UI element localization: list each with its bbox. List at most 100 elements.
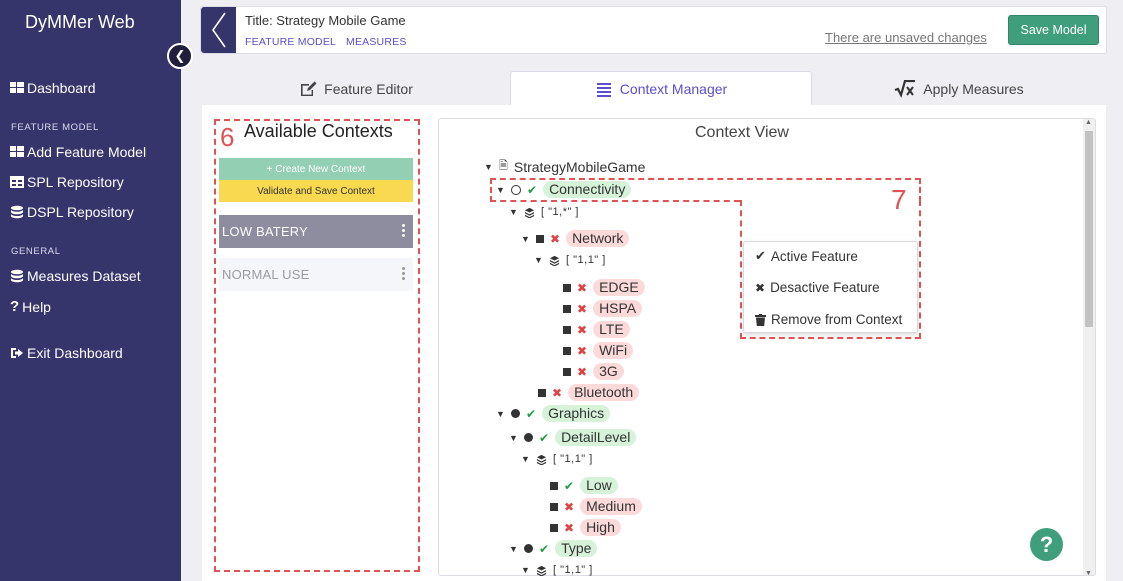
feature-context-menu: ✔ Active Feature ✖ Desactive Feature Rem…	[743, 241, 918, 333]
sidebar-item-measures-dataset[interactable]: Measures Dataset	[10, 268, 141, 284]
available-contexts-title: Available Contexts	[244, 121, 393, 141]
sidebar-item-label: Dashboard	[27, 80, 96, 96]
back-button[interactable]	[201, 7, 236, 53]
caret-down-icon[interactable]: ▼	[521, 454, 530, 464]
help-button[interactable]: ?	[1030, 528, 1063, 561]
annotation-number: 7	[891, 184, 907, 215]
caret-down-icon[interactable]: ▼	[534, 255, 543, 265]
tree-node-group-cardinality[interactable]: ▼ [ "1,*" ]	[509, 206, 579, 218]
mandatory-icon	[538, 388, 546, 397]
trash-icon	[755, 313, 766, 326]
tree-node-hspa[interactable]: ✖ HSPA	[563, 300, 643, 317]
cross-icon: ✖	[564, 520, 575, 535]
feature-label: Bluetooth	[568, 384, 640, 401]
scrollbar-thumb[interactable]	[1085, 131, 1093, 327]
close-icon: ✖	[755, 280, 766, 295]
save-model-button[interactable]: Save Model	[1008, 15, 1099, 45]
sidebar: DyMMer Web Dashboard FEATURE MODEL Add F…	[0, 0, 181, 581]
tree-node-medium[interactable]: ✖ Medium	[550, 498, 642, 515]
tree-node-3g[interactable]: ✖ 3G	[563, 363, 624, 380]
mandatory-icon	[550, 502, 558, 511]
section-heading-feature-model: FEATURE MODEL	[11, 122, 99, 133]
more-options-icon[interactable]	[402, 224, 406, 239]
mandatory-icon	[550, 523, 558, 532]
collapse-sidebar-button[interactable]: ❮	[167, 43, 193, 69]
caret-down-icon[interactable]: ▼	[496, 409, 505, 419]
sidebar-item-label: Add Feature Model	[27, 144, 147, 160]
create-context-button[interactable]: + Create New Context	[219, 158, 413, 180]
table-icon	[10, 176, 24, 188]
sidebar-item-label: Help	[22, 298, 51, 315]
sidebar-item-help[interactable]: ? Help	[10, 298, 51, 315]
tree-node-network[interactable]: ▼ ✖ Network	[521, 230, 630, 247]
sidebar-item-dspl-repository[interactable]: DSPL Repository	[10, 204, 134, 220]
feature-label: LTE	[593, 321, 630, 338]
tree-node-edge[interactable]: ✖ EDGE	[563, 279, 645, 296]
mandatory-icon	[563, 346, 571, 355]
grid-icon	[10, 146, 24, 157]
tree-node-root[interactable]: ▼ 🗎 StrategyMobileGame	[484, 157, 645, 176]
menu-item-remove-from-context[interactable]: Remove from Context	[755, 312, 902, 327]
scrollbar[interactable]: ▲ ▼	[1083, 119, 1095, 575]
tree-node-graphics[interactable]: ▼ ✔ Graphics	[496, 405, 611, 422]
mandatory-icon	[511, 409, 520, 418]
unsaved-changes-link[interactable]: There are unsaved changes	[825, 30, 987, 45]
sidebar-item-label: SPL Repository	[27, 174, 124, 190]
mandatory-icon	[563, 325, 571, 334]
context-item-normal-use[interactable]: NORMAL USE	[219, 258, 413, 291]
menu-item-active-feature[interactable]: ✔ Active Feature	[755, 248, 858, 264]
check-icon: ✔	[755, 248, 766, 263]
tree-node-type[interactable]: ▼ ✔ Type	[509, 540, 598, 557]
sidebar-item-exit-dashboard[interactable]: Exit Dashboard	[10, 345, 123, 361]
caret-down-icon[interactable]: ▼	[521, 234, 530, 244]
sidebar-item-label: Exit Dashboard	[27, 345, 123, 361]
sidebar-item-dashboard[interactable]: Dashboard	[10, 80, 96, 96]
tab-apply-measures[interactable]: Apply Measures	[812, 71, 1106, 106]
tree-node-group-cardinality[interactable]: ▼ [ "1,1" ]	[534, 254, 606, 266]
tab-label: Feature Editor	[324, 80, 413, 97]
caret-down-icon[interactable]: ▼	[509, 433, 518, 443]
menu-item-label: Active Feature	[770, 248, 858, 264]
check-icon: ✔	[564, 478, 575, 493]
context-label: LOW BATERY	[222, 224, 309, 239]
tree-node-detail-level[interactable]: ▼ ✔ DetailLevel	[509, 429, 637, 446]
feature-label: StrategyMobileGame	[513, 158, 646, 175]
tree-node-lte[interactable]: ✖ LTE	[563, 321, 630, 338]
layers-icon	[536, 454, 547, 465]
context-item-low-battery[interactable]: LOW BATERY	[219, 215, 413, 248]
tab-feature-editor[interactable]: Feature Editor	[203, 71, 509, 106]
tree-node-wifi[interactable]: ✖ WiFi	[563, 342, 634, 359]
tree-node-high[interactable]: ✖ High	[550, 519, 621, 536]
mandatory-icon	[563, 283, 571, 292]
menu-item-desactive-feature[interactable]: ✖ Desactive Feature	[755, 280, 880, 295]
menu-item-label: Remove from Context	[771, 312, 903, 327]
breadcrumb-feature-model[interactable]: FEATURE MODEL	[245, 36, 336, 48]
validate-save-context-button[interactable]: Validate and Save Context	[219, 180, 413, 202]
tree-node-bluetooth[interactable]: ✖ Bluetooth	[538, 384, 640, 401]
tree-node-low[interactable]: ✔ Low	[550, 477, 618, 494]
scroll-down-icon[interactable]: ▼	[1085, 570, 1092, 575]
sidebar-item-spl-repository[interactable]: SPL Repository	[10, 174, 124, 190]
layers-icon	[536, 565, 547, 576]
feature-label: 3G	[593, 363, 624, 380]
layers-icon	[524, 207, 535, 218]
breadcrumb-measures[interactable]: MEASURES	[346, 36, 407, 48]
section-heading-general: GENERAL	[11, 246, 61, 257]
feature-label: Network	[566, 230, 630, 247]
tab-context-manager[interactable]: Context Manager	[510, 71, 812, 106]
cardinality-label: [ "1,1" ]	[566, 254, 606, 266]
brand-title: DyMMer Web	[25, 12, 135, 32]
caret-down-icon[interactable]: ▼	[484, 162, 493, 172]
caret-down-icon[interactable]: ▼	[509, 207, 518, 217]
caret-down-icon[interactable]: ▼	[509, 544, 518, 554]
tree-node-group-cardinality[interactable]: ▼ [ "1,1" ]	[521, 564, 593, 576]
check-icon: ✔	[526, 406, 537, 421]
cross-icon: ✖	[577, 322, 588, 337]
tree-node-group-cardinality[interactable]: ▼ [ "1,1" ]	[521, 453, 593, 465]
caret-down-icon[interactable]: ▼	[521, 565, 530, 575]
more-options-icon[interactable]	[402, 267, 406, 282]
scroll-up-icon[interactable]: ▲	[1085, 119, 1092, 126]
menu-item-label: Desactive Feature	[770, 280, 880, 295]
sidebar-item-add-feature-model[interactable]: Add Feature Model	[10, 144, 146, 160]
model-title: Title: Strategy Mobile Game	[245, 13, 406, 28]
